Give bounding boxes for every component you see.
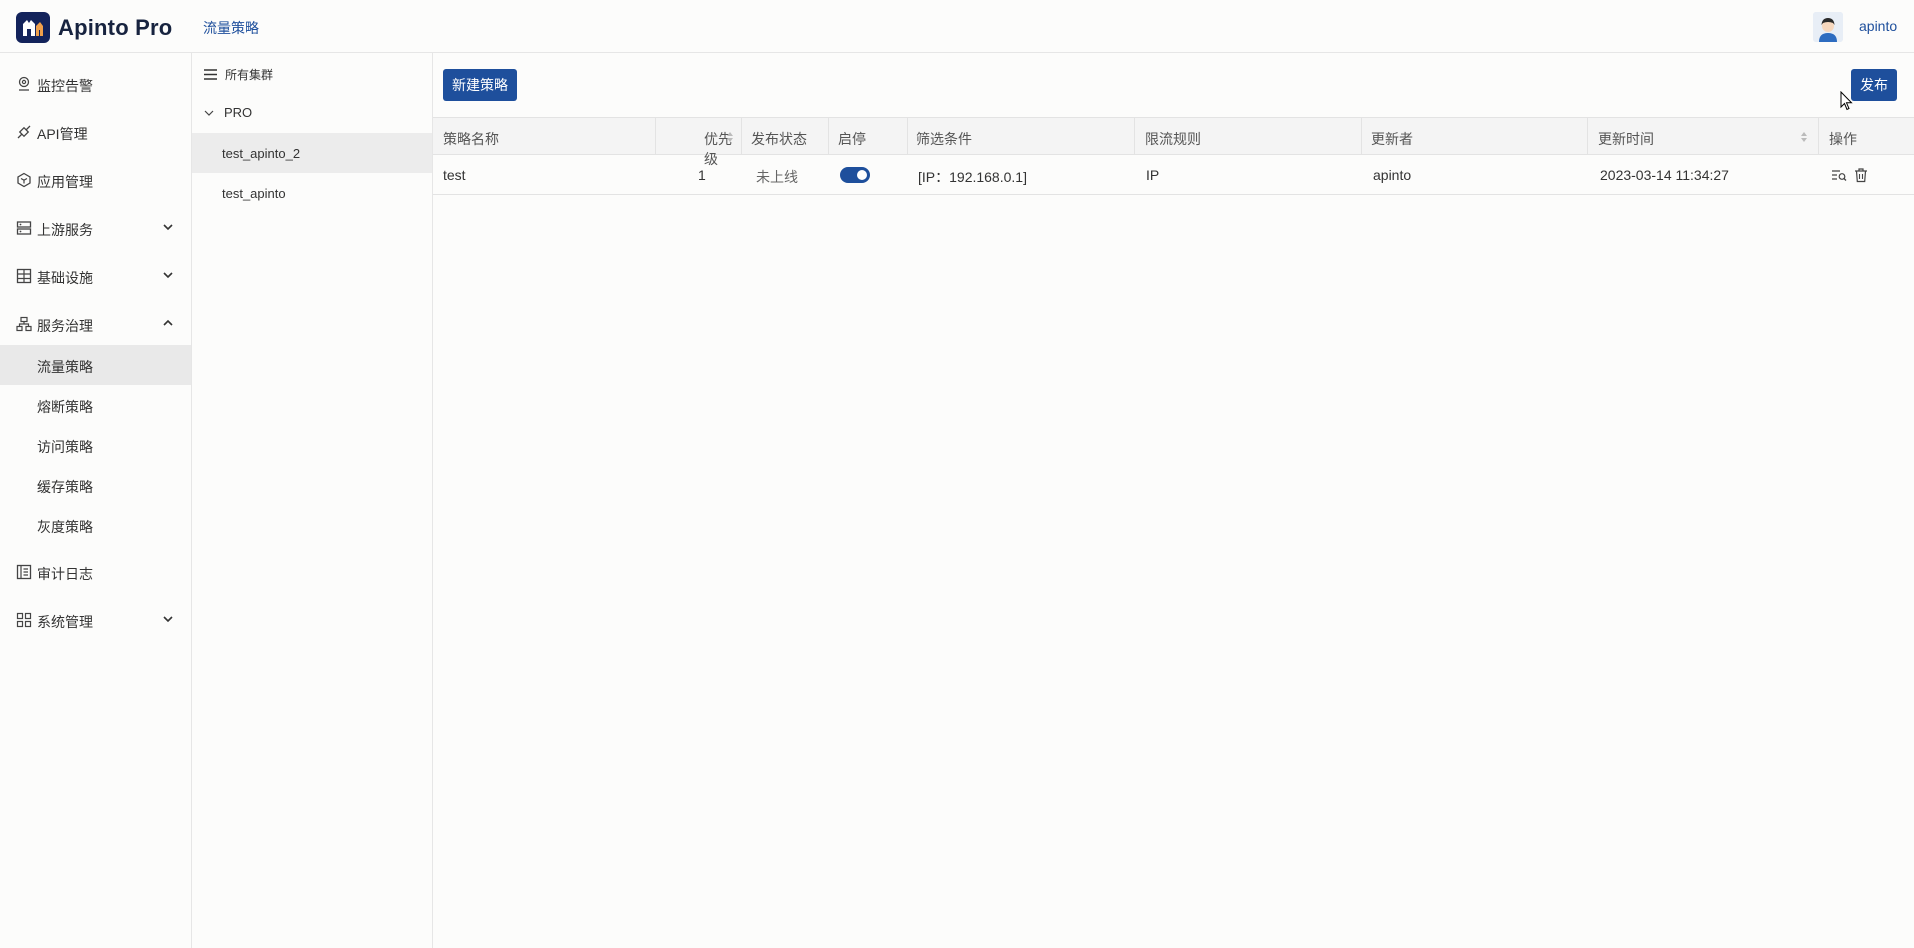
table-row[interactable]: test 1 未上线 [IP：192.168.0.1] IP apinto 20… (433, 155, 1914, 195)
col-header-actions: 操作 (1819, 118, 1914, 155)
sidebar-item-label: 监控告警 (37, 78, 93, 94)
cell-priority: 1 (698, 167, 706, 183)
delete-trash-icon[interactable] (1853, 167, 1869, 183)
col-header-label: 操作 (1829, 131, 1857, 147)
cluster-group-label: PRO (224, 105, 253, 120)
cell-name: test (443, 167, 466, 183)
sidebar-subitem-gray[interactable]: 灰度策略 (0, 505, 191, 545)
enable-toggle[interactable] (840, 167, 870, 183)
sort-icon (727, 132, 733, 142)
main-content: 新建策略 发布 策略名称 优先级 发布状态 启停 筛选条件 限流规则 更新者 更… (433, 53, 1914, 948)
cell-updater: apinto (1373, 167, 1412, 183)
top-header: Apinto Pro 流量策略 apinto (0, 0, 1914, 53)
sidebar-subitem-cache[interactable]: 缓存策略 (0, 465, 191, 505)
sidebar-item-infrastructure[interactable]: 基础设施 (0, 256, 191, 296)
cell-updated-at: 2023-03-14 11:34:27 (1600, 167, 1729, 183)
col-header-filter: 筛选条件 (908, 118, 1135, 155)
sidebar-subitem-traffic[interactable]: 流量策略 (0, 345, 191, 385)
col-header-updater: 更新者 (1362, 118, 1588, 155)
chevron-down-icon (163, 224, 173, 231)
sidebar-item-system[interactable]: 系统管理 (0, 600, 191, 640)
col-header-status: 发布状态 (742, 118, 829, 155)
col-header-priority[interactable]: 优先级 (656, 118, 742, 167)
col-header-label: 更新时间 (1598, 131, 1654, 147)
cluster-item-test-apinto-2[interactable]: test_apinto_2 (192, 133, 432, 173)
service-governance-icon (16, 316, 32, 332)
sidebar-subitem-label: 熔断策略 (37, 399, 93, 415)
sidebar-subitem-label: 缓存策略 (37, 479, 93, 495)
app-logo[interactable]: Apinto Pro (16, 12, 172, 43)
api-plug-icon (17, 125, 31, 139)
col-header-label: 发布状态 (751, 131, 807, 147)
view-detail-icon[interactable] (1831, 167, 1847, 183)
sidebar-item-label: 上游服务 (37, 222, 93, 238)
chevron-up-icon (163, 319, 173, 326)
sidebar-item-label: API管理 (37, 126, 88, 142)
sidebar-item-label: 基础设施 (37, 270, 93, 286)
cell-status: 未上线 (756, 169, 798, 185)
cluster-item-label: test_apinto_2 (222, 146, 301, 161)
col-header-rule: 限流规则 (1135, 118, 1362, 155)
publish-button[interactable]: 发布 (1851, 69, 1897, 101)
chevron-down-icon (163, 616, 173, 623)
new-strategy-button[interactable]: 新建策略 (443, 69, 517, 101)
col-header-updated-at[interactable]: 更新时间 (1588, 118, 1819, 155)
app-name: Apinto Pro (58, 14, 173, 40)
col-header-label: 启停 (838, 131, 866, 147)
sidebar-nav: 监控告警 API管理 应用管理 上游服务 基础设施 服务治理 流量策略 熔断策略… (0, 53, 192, 948)
sidebar-item-audit-log[interactable]: 审计日志 (0, 552, 191, 592)
sidebar-item-upstream[interactable]: 上游服务 (0, 208, 191, 248)
sidebar-item-label: 服务治理 (37, 318, 93, 334)
system-grid-icon (16, 612, 32, 628)
mouse-cursor-icon (1840, 91, 1853, 111)
sidebar-item-label: 应用管理 (37, 174, 93, 190)
sidebar-item-service-governance[interactable]: 服务治理 (0, 304, 191, 344)
sidebar-item-monitor[interactable]: 监控告警 (0, 64, 191, 104)
col-header-label: 策略名称 (443, 131, 499, 147)
monitor-pin-icon (18, 76, 30, 91)
infrastructure-icon (16, 268, 32, 284)
user-avatar[interactable] (1813, 12, 1843, 42)
cluster-item-test-apinto[interactable]: test_apinto (192, 173, 432, 213)
sidebar-subitem-label: 灰度策略 (37, 519, 93, 535)
sidebar-item-label: 审计日志 (37, 566, 93, 582)
sidebar-item-label: 系统管理 (37, 614, 93, 630)
sidebar-subitem-label: 流量策略 (37, 359, 93, 375)
sidebar-item-api[interactable]: API管理 (0, 112, 191, 152)
breadcrumb-current[interactable]: 流量策略 (203, 18, 259, 38)
sidebar-item-apps[interactable]: 应用管理 (0, 160, 191, 200)
sort-icon (1801, 132, 1807, 142)
cluster-panel: 所有集群 PRO test_apinto_2 test_apinto (192, 53, 433, 948)
upstream-server-icon (16, 221, 32, 235)
col-header-label: 限流规则 (1145, 131, 1201, 147)
all-clusters-label: 所有集群 (225, 68, 274, 82)
col-header-label: 筛选条件 (916, 131, 972, 147)
audit-log-icon (16, 564, 32, 580)
col-header-label: 更新者 (1371, 131, 1413, 147)
sidebar-subitem-circuit[interactable]: 熔断策略 (0, 385, 191, 425)
cluster-group-pro[interactable]: PRO (204, 105, 252, 120)
sidebar-subitem-label: 访问策略 (37, 439, 93, 455)
app-cube-icon (17, 172, 31, 188)
menu-lines-icon (204, 69, 217, 80)
chevron-down-icon (204, 110, 214, 116)
username[interactable]: apinto (1859, 18, 1897, 34)
col-header-enabled: 启停 (829, 118, 908, 155)
cluster-item-label: test_apinto (222, 186, 286, 201)
cell-filter: [IP：192.168.0.1] (918, 169, 1027, 185)
cell-rule: IP (1146, 167, 1160, 183)
chevron-down-icon (163, 272, 173, 279)
sidebar-subitem-access[interactable]: 访问策略 (0, 425, 191, 465)
apinto-logo-icon (16, 12, 50, 43)
col-header-name: 策略名称 (433, 118, 656, 155)
all-clusters-toggle[interactable]: 所有集群 (204, 66, 273, 83)
table-header: 策略名称 优先级 发布状态 启停 筛选条件 限流规则 更新者 更新时间 操作 (433, 117, 1914, 167)
